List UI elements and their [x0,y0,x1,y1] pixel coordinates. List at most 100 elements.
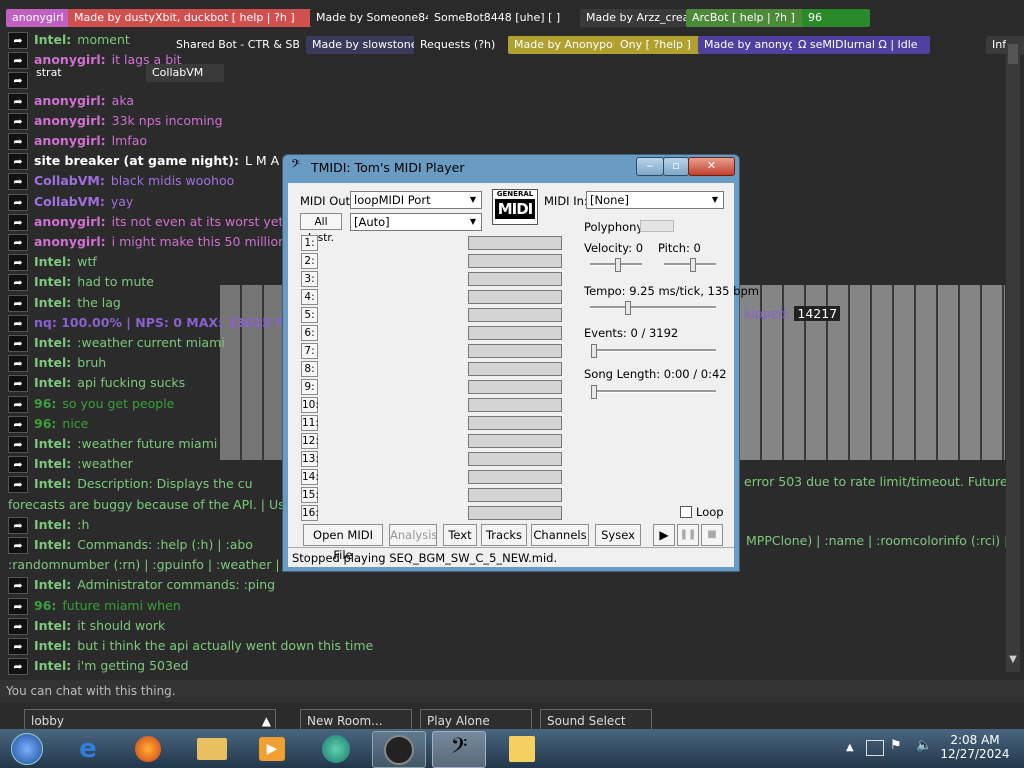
reply-arrow-icon[interactable]: ➦ [8,456,28,474]
channel-number[interactable]: 6: [301,325,318,341]
user-badge-6[interactable]: 96 [802,9,870,27]
reply-arrow-icon[interactable]: ➦ [8,577,28,595]
maximize-button[interactable]: ▫ [663,157,689,176]
channel-number[interactable]: 1: [301,235,318,251]
tempo-slider-thumb[interactable] [625,301,631,315]
volume-muted-icon[interactable]: 🔈 [916,738,932,753]
reply-arrow-icon[interactable]: ➦ [8,133,28,150]
channel-number[interactable]: 8: [301,361,318,377]
text-button[interactable]: Text [443,524,477,546]
reply-arrow-icon[interactable]: ➦ [8,32,28,49]
user-badge-1[interactable]: Made by dustyXbit, duckbot [ help | ?h ] [68,9,318,27]
user-badge-3[interactable]: SomeBot8448 [uhe] [ ] [428,9,586,27]
channel-number[interactable]: 10: [301,397,319,413]
room-selector[interactable]: lobby ▲ [24,709,276,731]
reply-arrow-icon[interactable]: ➦ [8,153,28,171]
user-badge-0[interactable]: anonygirl [6,9,76,27]
song-position-thumb[interactable] [591,385,597,399]
user-badge-2[interactable]: Made by Someone8448 [310,9,438,27]
channel-number[interactable]: 15: [301,487,319,503]
clock[interactable]: 2:08 AM 12/27/2024 [940,733,1010,761]
midi-out-select[interactable]: loopMIDI Port ▼ [350,191,482,209]
loop-checkbox[interactable] [680,506,692,518]
reply-arrow-icon[interactable]: ➦ [8,436,28,453]
reply-arrow-icon[interactable]: ➦ [8,537,28,554]
reply-arrow-icon[interactable]: ➦ [8,335,28,352]
minimize-button[interactable]: ‒ [636,157,664,176]
sound-select-button[interactable]: Sound Select [540,709,652,731]
reply-arrow-icon[interactable]: ➦ [8,234,28,251]
user-badge-4[interactable]: Made by Arzz_cream [580,9,696,27]
velocity-slider-thumb[interactable] [615,258,621,272]
reply-arrow-icon[interactable]: ➦ [8,274,28,292]
play-icon[interactable]: ▶ [653,524,675,546]
reply-arrow-icon[interactable]: ➦ [8,516,28,534]
reply-arrow-icon[interactable]: ➦ [8,294,28,312]
open-midi-file-button[interactable]: Open MIDI File [303,524,383,562]
user-badge-5[interactable]: ArcBot [ help | ?h ] [686,9,810,27]
pause-icon[interactable]: ❚❚ [677,524,699,546]
events-slider-thumb[interactable] [591,344,597,358]
app-icon[interactable] [310,731,362,766]
reply-arrow-icon[interactable]: ➦ [8,213,28,231]
reply-arrow-icon[interactable]: ➦ [8,52,28,70]
scrollbar-thumb[interactable] [1008,44,1018,64]
reply-arrow-icon[interactable]: ➦ [8,254,28,272]
flag-icon[interactable]: ⚑ [890,738,902,753]
channel-number[interactable]: 14: [301,469,319,485]
channel-number[interactable]: 3: [301,271,318,287]
channel-number[interactable]: 2: [301,253,318,269]
channel-number[interactable]: 12: [301,433,319,449]
taskbar-app-icon[interactable] [496,731,548,766]
tracks-button[interactable]: Tracks [481,524,527,546]
reply-arrow-icon[interactable]: ➦ [8,314,28,332]
internet-explorer-icon[interactable]: e [62,731,114,766]
tmidi-taskbar-icon[interactable]: 𝄢 [432,731,486,768]
reply-arrow-icon[interactable]: ➦ [8,193,28,211]
song-position-slider[interactable] [594,390,716,393]
firefox-icon[interactable] [122,731,174,766]
reply-arrow-icon[interactable]: ➦ [8,617,28,635]
reply-arrow-icon[interactable]: ➦ [8,476,28,494]
reply-arrow-icon[interactable]: ➦ [8,375,28,393]
channel-number[interactable]: 5: [301,307,318,323]
midi-in-select[interactable]: [None] ▼ [586,191,724,209]
analysis-button[interactable]: Analysis [389,524,437,546]
midi-keyboard-taskbar-icon[interactable] [372,731,426,768]
reply-arrow-icon[interactable]: ➦ [8,355,28,373]
reply-arrow-icon[interactable]: ➦ [8,112,28,130]
channels-button[interactable]: Channels [531,524,589,546]
media-player-icon[interactable]: ▶ [246,731,298,766]
stop-icon[interactable]: ■ [701,524,723,546]
channel-number[interactable]: 7: [301,343,318,359]
instrument-select[interactable]: [Auto] ▼ [350,213,482,231]
start-orb-icon[interactable] [2,731,52,766]
reply-arrow-icon[interactable]: ➦ [8,415,28,433]
channel-number[interactable]: 9: [301,379,318,395]
pitch-slider-thumb[interactable] [690,258,696,272]
play-alone-button[interactable]: Play Alone [420,709,532,731]
tempo-slider[interactable] [590,306,716,309]
reply-arrow-icon[interactable]: ➦ [8,597,28,615]
show-hidden-icons-icon[interactable]: ▲ [846,742,854,753]
reply-arrow-icon[interactable]: ➦ [8,173,28,191]
channel-number[interactable]: 4: [301,289,318,305]
channel-number[interactable]: 16: [301,505,319,521]
events-slider[interactable] [594,349,716,352]
scroll-down-icon[interactable]: ▼ [1006,654,1020,672]
reply-arrow-icon[interactable]: ➦ [8,395,28,413]
chat-scrollbar[interactable] [1006,36,1020,672]
sysex-button[interactable]: Sysex [595,524,641,546]
reply-arrow-icon[interactable]: ➦ [8,638,28,655]
chat-message: ➦ Intel: had to mute [8,272,154,292]
reply-arrow-icon[interactable]: ➦ [8,658,28,676]
channel-number[interactable]: 11: [301,415,319,431]
explorer-folder-icon[interactable] [186,731,238,766]
channel-number[interactable]: 13: [301,451,319,467]
reply-arrow-icon[interactable]: ➦ [8,92,28,110]
reply-arrow-icon[interactable]: ➦ [8,72,28,90]
network-icon[interactable] [866,740,884,756]
close-button[interactable]: ✕ [688,157,735,176]
all-instruments-button[interactable]: All Instr. [300,213,342,244]
new-room-button[interactable]: New Room... [300,709,412,731]
